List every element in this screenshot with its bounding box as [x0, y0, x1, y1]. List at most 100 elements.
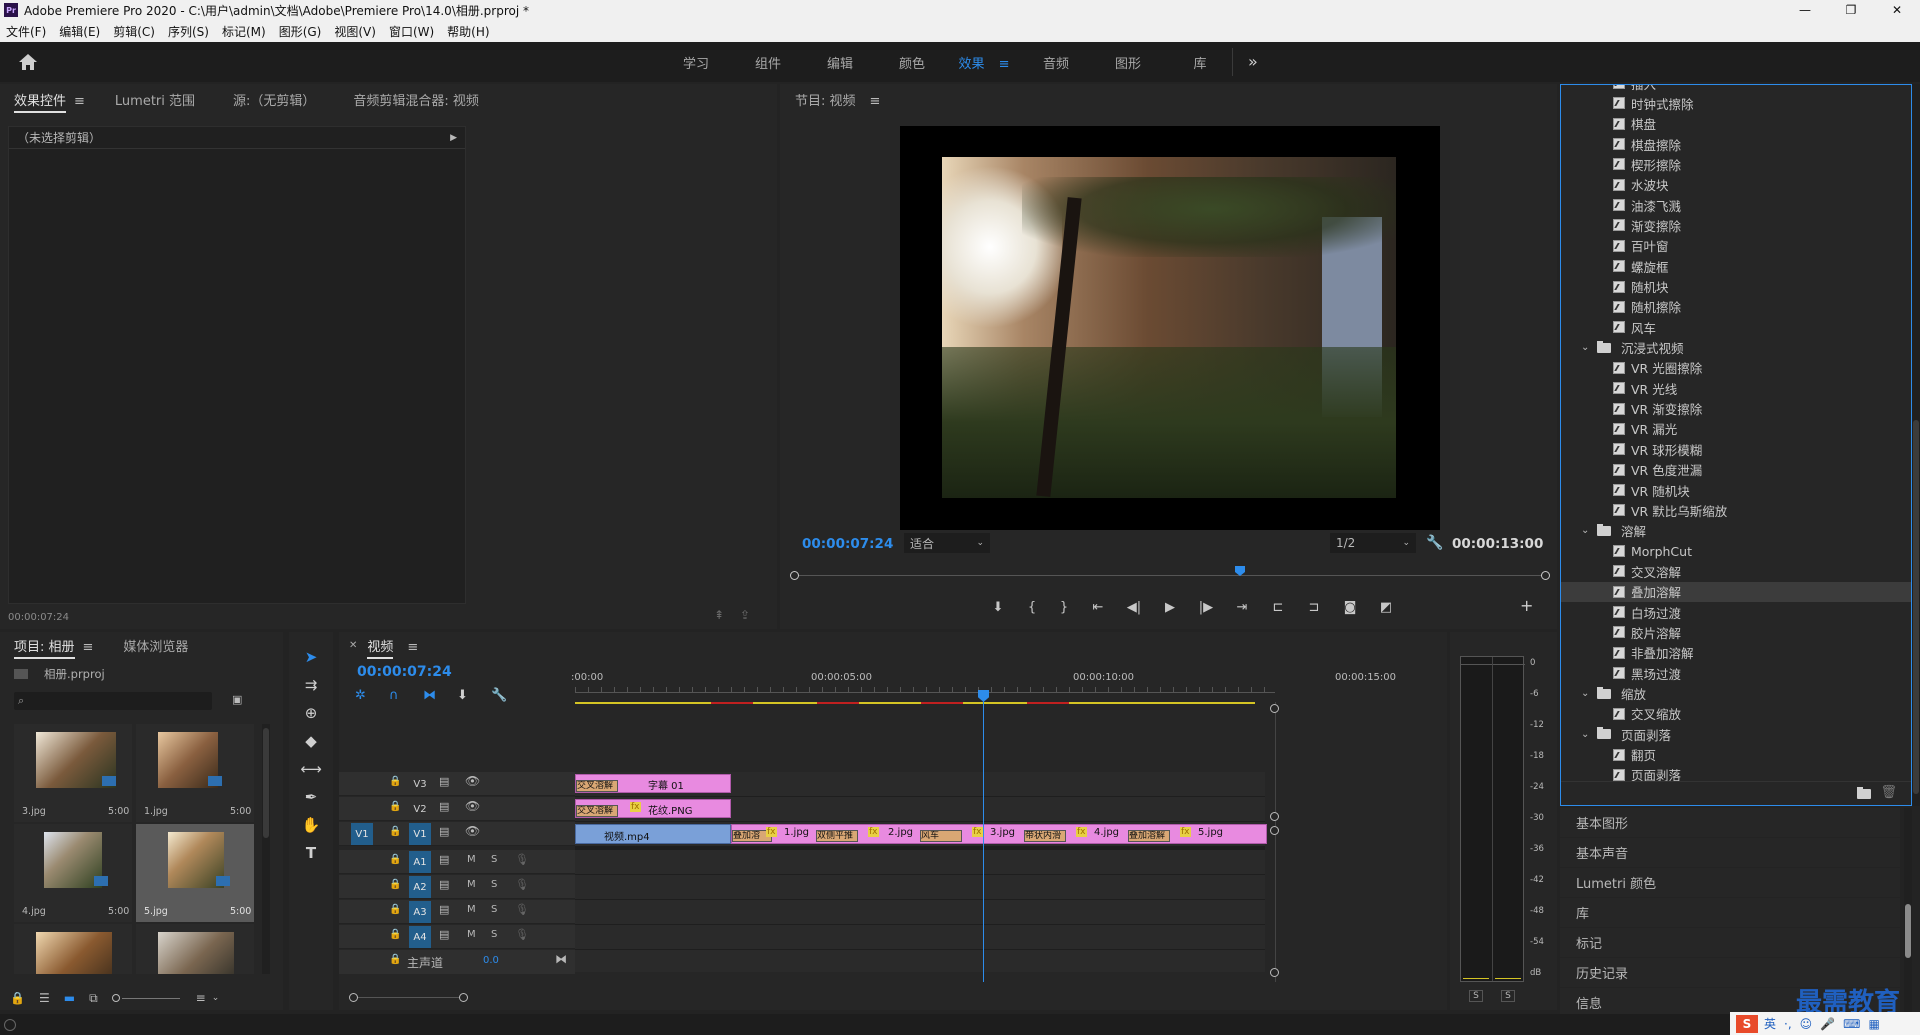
effects-item[interactable]: 插入 — [1561, 85, 1911, 93]
tab-source[interactable]: 源:（无剪辑） — [233, 90, 315, 109]
ime-logo-icon[interactable]: S — [1736, 1014, 1758, 1033]
workspace-tab-effects[interactable]: 效果 ≡ — [948, 53, 1020, 72]
source-patch-v1[interactable]: V1 — [351, 823, 373, 845]
program-video-frame[interactable] — [900, 126, 1440, 530]
lock-icon[interactable]: 🔒 — [389, 879, 401, 890]
effects-item[interactable]: 随机块 — [1561, 277, 1911, 297]
mute-button[interactable]: M — [467, 904, 476, 915]
timeline-clip-video[interactable]: 视频.mp4 — [575, 824, 731, 844]
nest-icon[interactable]: ✲ — [355, 688, 377, 703]
chevron-down-icon[interactable]: ⌄ — [212, 993, 220, 1003]
panel-menu-icon[interactable]: ≡ — [407, 640, 418, 655]
right-panels-scrollbar[interactable] — [1904, 808, 1912, 1018]
menu-edit[interactable]: 编辑(E) — [59, 23, 100, 40]
project-item-selected[interactable]: 5.jpg 5:00 — [136, 824, 254, 922]
eye-icon[interactable]: 👁 — [465, 774, 480, 788]
lock-icon[interactable]: 🔒 — [389, 826, 401, 837]
project-scrollbar[interactable] — [262, 724, 270, 974]
panel-essential-graphics[interactable]: 基本图形 — [1560, 808, 1900, 837]
track-select-tool-icon[interactable]: ⇉ — [305, 676, 318, 698]
program-title[interactable]: 节目: 视频 ≡ — [795, 90, 880, 109]
solo-button[interactable]: S — [491, 904, 497, 915]
effects-item[interactable]: 风车 — [1561, 317, 1911, 337]
tab-project[interactable]: 项目: 相册 ≡ — [14, 636, 94, 659]
effects-item[interactable]: MorphCut — [1561, 541, 1911, 561]
tab-media-browser[interactable]: 媒体浏览器 — [123, 636, 188, 655]
lock-icon[interactable]: 🔒 — [10, 991, 25, 1005]
solo-button[interactable]: S — [491, 854, 497, 865]
effects-item[interactable]: 油漆飞溅 — [1561, 195, 1911, 215]
program-current-timecode[interactable]: 00:00:07:24 — [802, 536, 893, 552]
eye-icon[interactable]: 👁 — [465, 824, 480, 838]
ime-punctuation-icon[interactable]: ·, — [1784, 1017, 1792, 1031]
export-icon[interactable]: ⇪ — [740, 608, 750, 622]
list-view-icon[interactable]: ☰ — [39, 991, 50, 1005]
linked-selection-icon[interactable]: ⧓ — [423, 688, 445, 703]
trash-icon[interactable]: 🗑 — [1880, 785, 1897, 800]
lock-icon[interactable]: 🔒 — [389, 854, 401, 865]
sync-lock-icon[interactable]: ▤ — [439, 800, 449, 813]
effects-item[interactable]: 白场过渡 — [1561, 602, 1911, 622]
project-search-input[interactable]: ⌕ — [14, 692, 212, 710]
project-item[interactable]: 1.jpg 5:00 — [136, 724, 254, 822]
panel-menu-icon[interactable]: ≡ — [870, 94, 881, 109]
project-item[interactable] — [14, 924, 132, 974]
ripple-edit-tool-icon[interactable]: ⊕ — [305, 704, 318, 726]
close-icon[interactable]: ✕ — [349, 640, 357, 651]
workspace-tab-learn[interactable]: 学习 — [660, 53, 732, 72]
menu-sequence[interactable]: 序列(S) — [168, 23, 209, 40]
workspace-overflow-button[interactable]: » — [1248, 52, 1258, 71]
transition-block[interactable]: 风车 — [920, 830, 962, 842]
menu-view[interactable]: 视图(V) — [334, 23, 376, 40]
effects-item[interactable]: 楔形擦除 — [1561, 154, 1911, 174]
effects-item[interactable]: 黑场过渡 — [1561, 663, 1911, 683]
effects-item[interactable]: 交叉缩放 — [1561, 704, 1911, 724]
ime-language[interactable]: 英 — [1764, 1015, 1776, 1032]
workspace-tab-color[interactable]: 颜色 — [876, 53, 948, 72]
effects-item[interactable]: 翻页 — [1561, 745, 1911, 765]
effects-item[interactable]: 水波块 — [1561, 175, 1911, 195]
mic-icon[interactable]: 🎙 — [515, 928, 529, 941]
track-name[interactable]: A2 — [409, 876, 431, 898]
program-scrubber[interactable] — [790, 566, 1550, 586]
panel-menu-icon[interactable]: ≡ — [83, 640, 94, 655]
effects-item[interactable]: 时钟式擦除 — [1561, 93, 1911, 113]
tab-effect-controls[interactable]: 效果控件 ≡ — [14, 90, 85, 113]
track-name[interactable]: V1 — [409, 823, 431, 845]
workspace-tab-audio[interactable]: 音频 — [1020, 53, 1092, 72]
comparison-view-icon[interactable]: ◩ — [1368, 600, 1404, 615]
timeline-vscroll[interactable] — [1269, 702, 1281, 982]
filter-icon[interactable]: ⇞ — [714, 608, 724, 622]
freeform-view-icon[interactable]: ⧉ — [89, 991, 98, 1006]
settings-wrench-icon[interactable]: 🔧 — [1426, 535, 1443, 551]
lock-icon[interactable]: 🔒 — [389, 801, 401, 812]
go-to-in-icon[interactable]: ⇤ — [1080, 600, 1116, 615]
effects-item[interactable]: 棋盘擦除 — [1561, 134, 1911, 154]
solo-button[interactable]: S — [491, 879, 497, 890]
panel-menu-icon[interactable]: ≡ — [74, 94, 85, 109]
panel-markers[interactable]: 标记 — [1560, 928, 1900, 957]
mic-icon[interactable]: 🎙 — [515, 853, 529, 866]
tab-sequence[interactable]: 视频 ≡ — [367, 636, 418, 659]
track-area[interactable]: 交叉溶解 字幕 01 交叉溶解 fx 花纹.PNG 视频.mp4 叠加溶 fx … — [575, 772, 1267, 972]
workspace-tab-graphics[interactable]: 图形 — [1092, 53, 1164, 72]
timeline-settings-icon[interactable]: 🔧 — [491, 688, 513, 703]
project-item[interactable] — [136, 924, 254, 974]
snap-icon[interactable]: ∩ — [389, 688, 411, 703]
add-marker-icon[interactable]: ⬇ — [457, 688, 479, 703]
effects-item[interactable]: VR 光线 — [1561, 378, 1911, 398]
sync-lock-icon[interactable]: ▤ — [439, 903, 449, 916]
effects-folder[interactable]: ⌄ 溶解 — [1561, 521, 1911, 541]
menu-window[interactable]: 窗口(W) — [389, 23, 434, 40]
project-item[interactable]: 3.jpg 5:00 — [14, 724, 132, 822]
solo-right-button[interactable]: S — [1501, 990, 1515, 1002]
timeline-timecode[interactable]: 00:00:07:24 — [357, 664, 452, 680]
effects-item[interactable]: 随机擦除 — [1561, 297, 1911, 317]
sync-lock-icon[interactable]: ▤ — [439, 878, 449, 891]
fit-dropdown[interactable]: 适合 ⌄ — [904, 533, 990, 553]
project-item[interactable]: 4.jpg 5:00 — [14, 824, 132, 922]
play-icon[interactable]: ▶ — [1152, 600, 1188, 615]
sync-lock-icon[interactable]: ▤ — [439, 825, 449, 838]
chevron-down-icon[interactable]: ⌄ — [1581, 525, 1597, 536]
workspace-tab-libraries[interactable]: 库 — [1164, 53, 1236, 72]
